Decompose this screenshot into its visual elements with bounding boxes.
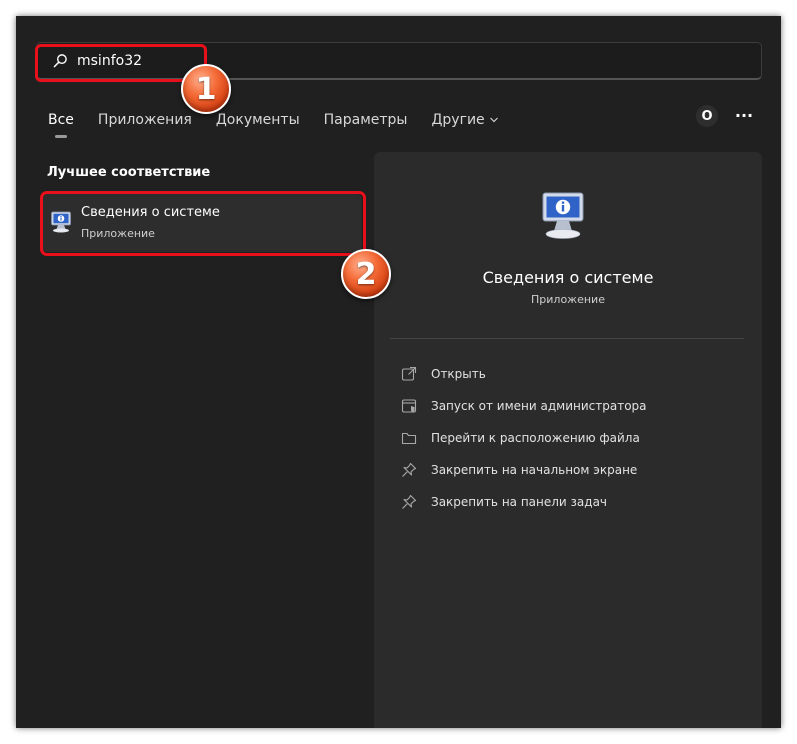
chevron-down-icon (489, 117, 498, 123)
tab-all[interactable]: Все (48, 112, 74, 138)
search-icon (53, 54, 67, 68)
detail-title: Сведения о системе (482, 268, 654, 287)
action-open[interactable]: Открыть (401, 358, 647, 390)
open-icon (401, 366, 417, 381)
action-open-file-location-label: Перейти к расположению файла (431, 431, 640, 445)
step-badge-2: 2 (341, 249, 391, 299)
result-title: Сведения о системе (81, 205, 220, 220)
best-match-result[interactable]: Сведения о системе Приложение (42, 194, 362, 252)
system-info-icon (51, 211, 71, 233)
search-window: Все Приложения Документы Параметры Други… (16, 16, 781, 728)
tab-settings-label: Параметры (323, 112, 408, 128)
action-run-as-admin-label: Запуск от имени администратора (431, 399, 647, 413)
tab-apps[interactable]: Приложения (98, 112, 192, 128)
pin-icon (402, 494, 417, 509)
action-pin-to-taskbar[interactable]: Закрепить на панели задач (401, 486, 647, 518)
tab-documents-label: Документы (215, 112, 300, 128)
pin-icon (402, 462, 417, 477)
search-input[interactable] (77, 48, 477, 74)
tab-settings[interactable]: Параметры (324, 112, 408, 128)
action-pin-to-start-label: Закрепить на начальном экране (431, 463, 638, 477)
step-badge-1: 1 (181, 64, 231, 114)
action-run-as-admin[interactable]: Запуск от имени администратора (401, 390, 647, 422)
tab-apps-label: Приложения (97, 112, 192, 128)
detail-actions: Открыть Запуск от имени администратора П… (401, 358, 647, 518)
action-open-file-location[interactable]: Перейти к расположению файла (401, 422, 647, 454)
detail-subtitle: Приложение (531, 293, 605, 306)
tab-other-label: Другие (431, 112, 485, 128)
account-avatar-button[interactable]: О (696, 105, 718, 127)
detail-divider (390, 338, 744, 339)
tab-other[interactable]: Другие (431, 112, 498, 128)
detail-panel: Сведения о системе Приложение Открыть За… (374, 152, 762, 728)
run-as-admin-icon (401, 399, 417, 413)
active-tab-indicator (54, 135, 67, 138)
folder-icon (401, 432, 417, 445)
system-info-large-icon (542, 192, 584, 239)
action-open-label: Открыть (431, 367, 486, 381)
result-subtitle: Приложение (81, 227, 155, 240)
tab-all-label: Все (48, 112, 74, 128)
search-box[interactable] (36, 42, 762, 80)
tab-documents[interactable]: Документы (216, 112, 300, 128)
best-match-heading: Лучшее соответствие (47, 165, 211, 180)
more-options-button[interactable]: ... (734, 104, 754, 125)
action-pin-to-taskbar-label: Закрепить на панели задач (431, 495, 608, 509)
filter-tabs: Все Приложения Документы Параметры Други… (48, 108, 523, 138)
action-pin-to-start[interactable]: Закрепить на начальном экране (401, 454, 647, 486)
